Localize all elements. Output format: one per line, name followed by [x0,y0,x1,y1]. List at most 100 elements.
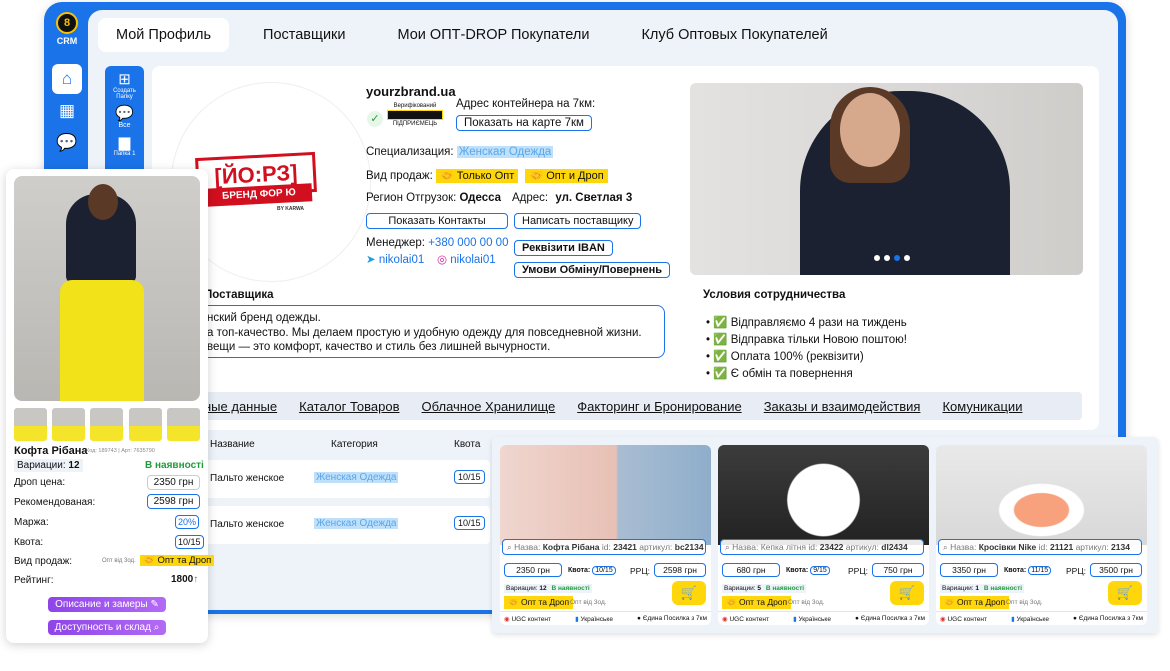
feature-parcel: ● Єдина Посилка з 7км [1073,615,1143,622]
product-thumbnail[interactable] [52,408,85,441]
show-map-button[interactable]: Показать на карте 7км [456,115,592,131]
handshake-icon: 🤝 [508,597,519,607]
feature-ukrainian: ▮ Українське [1011,616,1049,623]
menu-item-catalog[interactable]: Каталог Товаров [299,399,399,414]
product-thumbnail[interactable] [129,408,162,441]
tab-buyers[interactable]: Мои ОПТ-DROP Покупатели [380,18,608,52]
crm-logo[interactable]: 8 CRM [50,12,84,54]
container-label: Адрес контейнера на 7км: [456,98,596,110]
address-row: Адрес: ул. Светлая 3 [512,192,633,204]
product-main-photo[interactable] [14,176,200,401]
description-button[interactable]: Описание и замеры ✎ [48,597,166,612]
sale-type-badge: 🤝 Опт та Дроп [504,596,574,609]
show-contacts-button[interactable]: Показать Контакты [366,213,508,229]
carousel-dot[interactable] [904,255,910,261]
menu-item-factoring[interactable]: Факторинг и Бронирование [577,399,741,414]
quota-value: 10/15 [175,535,204,549]
quota-row: Квота: 11/15 [1004,566,1052,575]
home-icon[interactable]: ⌂ [52,64,82,94]
exchange-terms-button[interactable]: Умови Обміну/Повернень [514,262,671,278]
profile-photo-carousel[interactable] [690,83,1083,275]
handshake-icon: 🤝 [439,170,454,182]
region-row: Регион Отгрузок: Одесса [366,192,502,204]
product-thumbnail[interactable] [167,408,200,441]
quota-row: Квота: 10/15 [568,566,616,575]
chat-icon[interactable]: 💬 [52,128,82,158]
handshake-icon: 🤝 [143,555,155,566]
variations: Вариации: 12 В наявності [504,584,592,593]
handshake-icon: 🤝 [726,597,737,607]
feature-ukrainian: ▮ Українське [575,616,613,623]
product-card[interactable]: ⌕ Назва: Кепка літня id: 23422 артикул: … [718,445,929,625]
availability-button[interactable]: Доступность и склад ⌕ [48,620,166,635]
add-to-cart-button[interactable]: 🛒 [890,581,924,605]
about-title: Поставщика [204,289,274,301]
feature-ugc: ◉ UGC контент [504,616,551,623]
store-name: yourzbrand.ua [366,84,456,99]
carousel-dot-active[interactable] [894,255,900,261]
recommended-price-field[interactable]: 2598 грн [147,494,200,509]
menu-item-orders[interactable]: Заказы и взаимодействия [764,399,921,414]
flag-icon: ▮ [1011,616,1015,623]
instagram-link[interactable]: ◎ nikolai01 [437,252,496,266]
instagram-icon: ◎ [437,254,448,266]
ninja-icon: ● [1073,615,1077,622]
cart-icon: 🛒 [898,585,916,600]
ninja-icon: ● [855,615,859,622]
terms-item: • ✅ Відправка тільки Новою поштою! [706,334,907,346]
create-folder-button[interactable]: ⊞ Создать Папку [105,66,144,101]
product-image [718,445,929,545]
manager-phone[interactable]: +380 000 00 00 [428,237,508,249]
search-icon: ⌕ [725,542,730,552]
product-thumbnail[interactable] [90,408,123,441]
check-icon: ✓ [367,111,383,127]
flag-icon: ▮ [575,616,579,623]
variations: Вариации: 5 В наявності [722,584,807,593]
sale-type-row: Вид продаж: 🤝 Только Опт 🤝 Опт и Дроп [366,169,608,183]
tab-my-profile[interactable]: Мой Профиль [98,18,230,52]
product-search-field[interactable]: ⌕ Назва: Кепка літня id: 23422 артикул: … [720,539,924,555]
add-to-cart-button[interactable]: 🛒 [1108,581,1142,605]
folders-icon: 💬 [115,105,134,122]
menu-item-data[interactable]: ные данные [204,399,277,414]
sale-type-badge: 🤝 Опт та Дроп [940,596,1010,609]
model-head [88,184,118,220]
product-search-field[interactable]: ⌕ Назва: Кросівки Nike id: 21121 артикул… [938,539,1142,555]
ugc-icon: ◉ [940,616,946,623]
product-card[interactable]: ⌕ Назва: Кофта Рібана id: 23421 артикул:… [500,445,711,625]
features-row: ◉ UGC контент ▮ Українське ● Єдина Посил… [936,611,1147,625]
product-variations: Вариации: 12 [14,459,83,472]
tab-club[interactable]: Клуб Оптовых Покупателей [623,18,845,52]
drop-price-field[interactable]: 2350 грн [147,475,200,490]
table-header-category: Категория [331,439,378,450]
product-card[interactable]: ⌕ Назва: Кросівки Nike id: 21121 артикул… [936,445,1147,625]
ugc-icon: ◉ [504,616,510,623]
add-to-cart-button[interactable]: 🛒 [672,581,706,605]
terms-title: Условия сотрудничества [703,289,846,301]
carousel-dot[interactable] [884,255,890,261]
table-row[interactable]: Пальто женское Женская Одежда 10/15 [200,460,490,498]
add-folder-icon: ⊞ [118,71,131,88]
product-thumbnail[interactable] [14,408,47,441]
crm-badge-icon: 8 [56,12,78,34]
menu-item-cloud[interactable]: Облачное Хранилище [422,399,556,414]
table-row[interactable]: Пальто женское Женская Одежда 10/15 [200,506,490,544]
carousel-dot[interactable] [874,255,880,261]
product-search-field[interactable]: ⌕ Назва: Кофта Рібана id: 23421 артикул:… [502,539,706,555]
telegram-icon: ➤ [366,254,376,266]
tab-suppliers[interactable]: Поставщики [245,18,363,52]
carousel-dots [874,255,910,261]
verified-flag-icon [387,110,443,120]
section-menu: ные данные Каталог Товаров Облачное Хран… [200,392,1082,420]
iban-button[interactable]: Реквізити IBAN [514,240,613,256]
folder-1[interactable]: ▆ Папка 1 [105,129,144,158]
write-supplier-button[interactable]: Написать поставщику [514,213,642,229]
handshake-icon: 🤝 [944,597,955,607]
features-row: ◉ UGC контент ▮ Українське ● Єдина Посил… [500,611,711,625]
grid-icon[interactable]: ▦ [52,96,82,126]
folder-all[interactable]: 💬 Все [105,100,144,130]
features-row: ◉ UGC контент ▮ Українське ● Єдина Посил… [718,611,929,625]
menu-item-communications[interactable]: Комуникации [942,399,1022,414]
sale-type-drop: 🤝 Опт и Дроп [525,169,608,183]
telegram-link[interactable]: ➤ nikolai01 [366,252,424,266]
